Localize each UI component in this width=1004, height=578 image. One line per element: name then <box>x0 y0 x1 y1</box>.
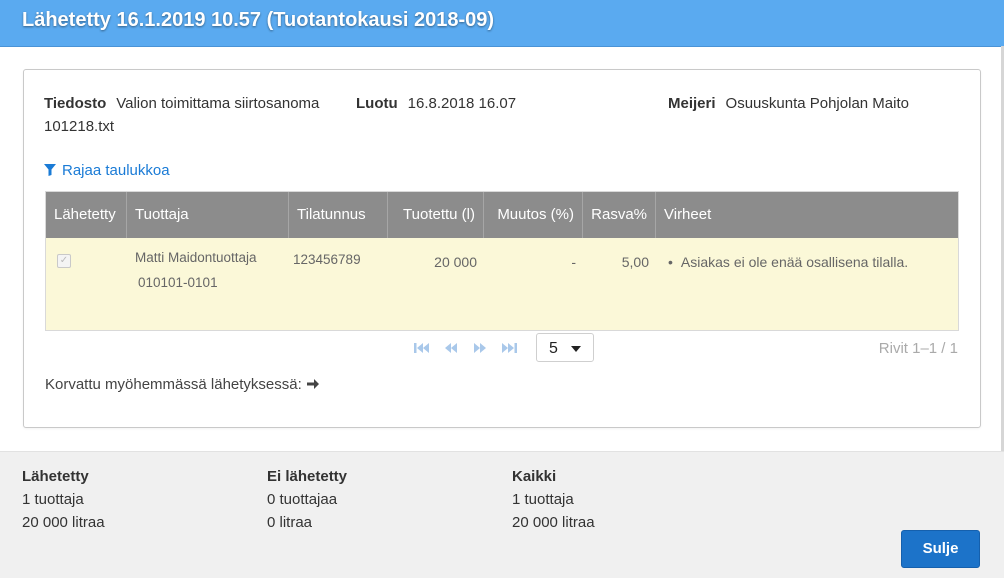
page-size-select[interactable]: 5 <box>536 333 594 362</box>
summary-all: Kaikki 1 tuottaja 20 000 litraa <box>512 465 595 534</box>
filter-table-link[interactable]: Rajaa taulukkoa <box>44 162 170 179</box>
column-fat[interactable]: Rasva% <box>583 192 656 238</box>
error-text: Asiakas ei ole enää osallisena tilalla. <box>680 254 909 270</box>
column-sent[interactable]: Lähetetty <box>46 192 127 238</box>
replaced-label: Korvattu myöhemmässä lähetyksessä: <box>45 376 302 393</box>
producer-name: Matti Maidontuottaja <box>135 250 257 265</box>
change-value: - <box>571 254 576 270</box>
summary-sent-title: Lähetetty <box>22 468 89 485</box>
column-produced[interactable]: Tuotettu (l) <box>388 192 484 238</box>
producers-table: Lähetetty Tuottaja Tilatunnus Tuotettu (… <box>45 191 959 331</box>
created-info: Luotu 16.8.2018 16.07 <box>356 95 516 112</box>
dairy-info: Meijeri Osuuskunta Pohjolan Maito <box>668 95 909 112</box>
summary-footer: Lähetetty 1 tuottaja 20 000 litraa Ei lä… <box>0 451 1004 578</box>
dialog-header: Lähetetty 16.1.2019 10.57 (Tuotantokausi… <box>0 0 1004 47</box>
file-value-line2: 101218.txt <box>44 118 115 135</box>
summary-sent: Lähetetty 1 tuottaja 20 000 litraa <box>22 465 105 534</box>
table-row[interactable]: ✓ Matti Maidontuottaja 010101-0101 12345… <box>46 238 958 330</box>
summary-sent-litres: 20 000 litraa <box>22 514 105 531</box>
next-page-icon[interactable] <box>471 340 489 356</box>
shipment-details-panel: Tiedosto Valion toimittama siirtosanoma 1… <box>23 69 981 428</box>
producer-id: 010101-0101 <box>138 275 218 290</box>
dialog-title: Lähetetty 16.1.2019 10.57 (Tuotantokausi… <box>22 9 495 31</box>
table-header: Lähetetty Tuottaja Tilatunnus Tuotettu (… <box>46 192 958 238</box>
summary-not-sent-title: Ei lähetetty <box>267 468 348 485</box>
fat-value: 5,00 <box>621 254 649 270</box>
sent-checkbox: ✓ <box>57 254 71 268</box>
arrow-right-icon <box>306 379 319 389</box>
created-label: Luotu <box>356 95 398 112</box>
last-page-icon[interactable] <box>500 340 518 356</box>
close-button[interactable]: Sulje <box>901 530 980 568</box>
farm-id: 123456789 <box>293 252 361 267</box>
pagination: 5 Rivit 1–1 / 1 <box>24 333 980 363</box>
prev-page-icon[interactable] <box>442 340 460 356</box>
summary-all-title: Kaikki <box>512 468 557 485</box>
summary-all-litres: 20 000 litraa <box>512 514 595 531</box>
filter-icon <box>44 164 56 176</box>
file-label: Tiedosto <box>44 95 107 112</box>
filter-label: Rajaa taulukkoa <box>62 162 170 179</box>
column-errors[interactable]: Virheet <box>656 192 958 238</box>
summary-not-sent-litres: 0 litraa <box>267 514 313 531</box>
error-item: • Asiakas ei ole enää osallisena tilalla. <box>668 254 908 270</box>
produced-value: 20 000 <box>434 254 477 270</box>
file-info: Tiedosto Valion toimittama siirtosanoma <box>44 95 319 112</box>
replaced-later-link[interactable]: Korvattu myöhemmässä lähetyksessä: <box>45 376 320 393</box>
summary-sent-producers: 1 tuottaja <box>22 491 84 508</box>
column-change[interactable]: Muutos (%) <box>484 192 583 238</box>
rows-info: Rivit 1–1 / 1 <box>878 340 958 357</box>
summary-not-sent: Ei lähetetty 0 tuottajaa 0 litraa <box>267 465 347 534</box>
page-size-value: 5 <box>549 340 558 357</box>
file-value: Valion toimittama siirtosanoma <box>116 95 320 112</box>
first-page-icon[interactable] <box>413 340 431 356</box>
column-producer[interactable]: Tuottaja <box>127 192 289 238</box>
bullet-icon: • <box>668 254 673 270</box>
created-value: 16.8.2018 16.07 <box>407 95 517 112</box>
dairy-label: Meijeri <box>668 95 716 112</box>
summary-all-producers: 1 tuottaja <box>512 491 574 508</box>
chevron-down-icon <box>571 346 581 352</box>
dairy-value: Osuuskunta Pohjolan Maito <box>725 95 909 112</box>
column-farm-id[interactable]: Tilatunnus <box>289 192 388 238</box>
summary-not-sent-producers: 0 tuottajaa <box>267 491 338 508</box>
